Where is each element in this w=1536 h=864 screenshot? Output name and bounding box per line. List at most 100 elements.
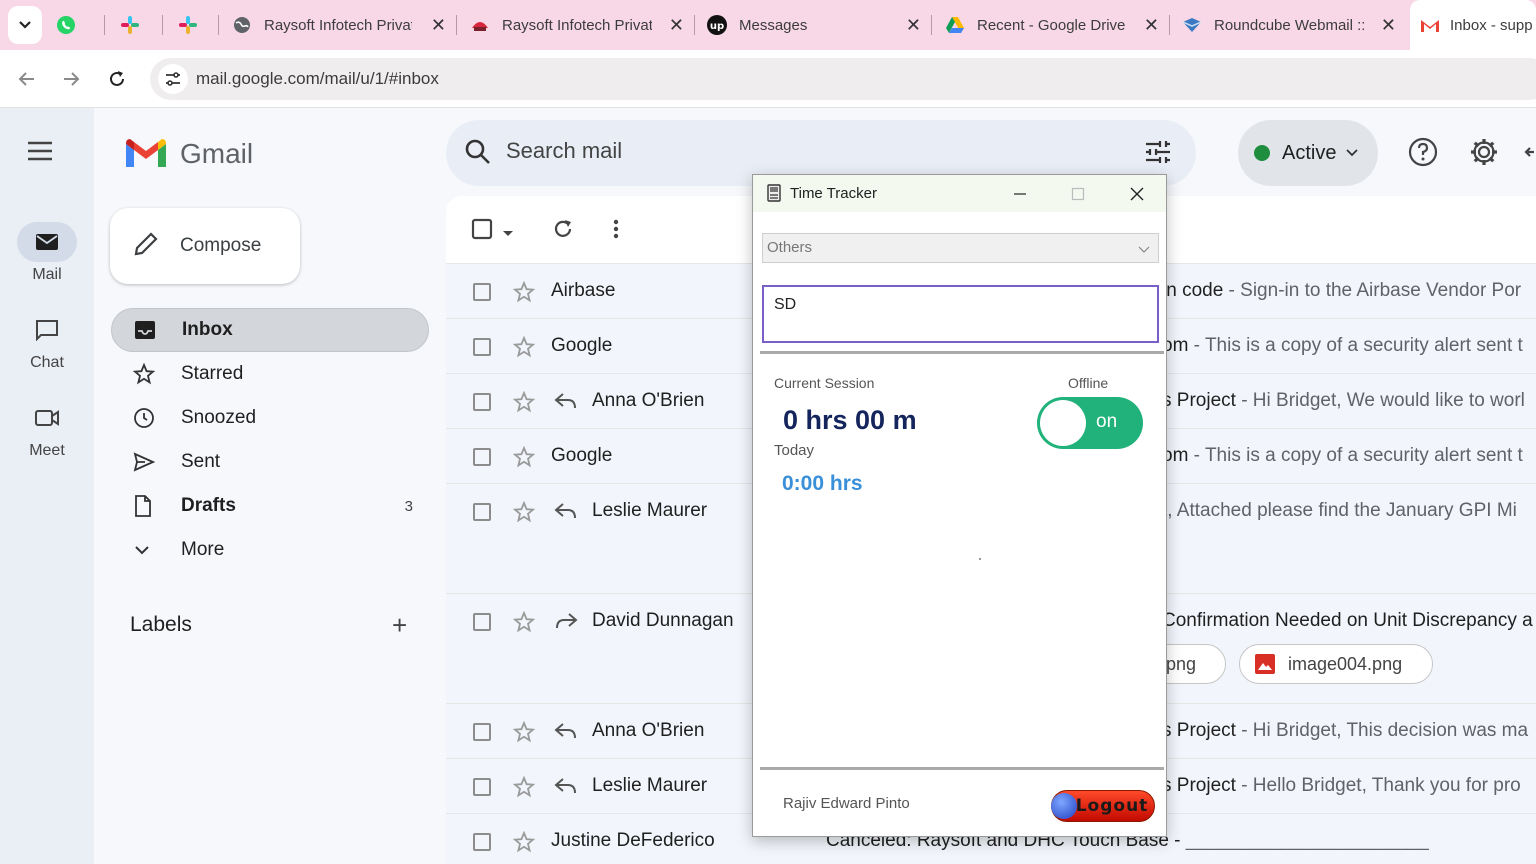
- status-dropdown[interactable]: Active: [1238, 120, 1378, 186]
- nav-sent[interactable]: Sent: [111, 440, 429, 484]
- email-subject: s Project - Hello Bridget, Thank you for…: [1162, 775, 1521, 797]
- row-checkbox[interactable]: [473, 393, 491, 411]
- tab-slack-1[interactable]: [120, 0, 160, 50]
- search-input[interactable]: [506, 138, 1106, 164]
- address-bar[interactable]: mail.google.com/mail/u/1/#inbox: [150, 58, 1536, 100]
- tab-gmail-inbox[interactable]: Inbox - supp: [1410, 0, 1536, 50]
- arrow-left-icon[interactable]: [1524, 143, 1536, 166]
- row-checkbox[interactable]: [473, 503, 491, 521]
- help-icon[interactable]: [1408, 137, 1438, 172]
- time-tracker-window: Time Tracker Others SD Current Session O…: [752, 174, 1167, 837]
- rail-chat[interactable]: Chat: [0, 310, 94, 372]
- refresh-icon[interactable]: [552, 218, 574, 245]
- nav-label: Sent: [181, 451, 221, 472]
- online-toggle[interactable]: on: [1037, 397, 1143, 449]
- tab-google-drive[interactable]: Recent - Google Drive ✕: [945, 0, 1167, 50]
- tab-roundcube[interactable]: Roundcube Webmail :: ✕: [1182, 0, 1404, 50]
- nav-more[interactable]: More: [111, 528, 429, 572]
- tab-raysoft-2[interactable]: Raysoft Infotech Privat ✕: [470, 0, 692, 50]
- nav-drafts[interactable]: Drafts 3: [111, 484, 429, 528]
- minimize-icon[interactable]: [1009, 183, 1031, 205]
- tab-search-button[interactable]: [8, 6, 42, 44]
- chevron-down-icon: [1346, 144, 1359, 162]
- rail-mail[interactable]: Mail: [0, 222, 94, 284]
- app-rail: Mail Chat Meet: [0, 108, 94, 864]
- tab-separator: [162, 15, 163, 35]
- category-select[interactable]: Others: [762, 233, 1159, 263]
- email-subject: om - This is a copy of a security alert …: [1162, 335, 1523, 357]
- tab-separator: [218, 15, 219, 35]
- rail-mail-label: Mail: [32, 266, 62, 283]
- settings-gear-icon[interactable]: [1469, 137, 1499, 172]
- main-menu-icon[interactable]: [27, 141, 53, 166]
- star-icon[interactable]: [512, 500, 536, 528]
- site-info-icon[interactable]: [158, 64, 188, 94]
- svg-text:up: up: [710, 21, 724, 32]
- whatsapp-icon: [56, 15, 76, 35]
- star-icon[interactable]: [512, 775, 536, 803]
- more-options-icon[interactable]: [612, 218, 620, 245]
- row-checkbox[interactable]: [473, 613, 491, 631]
- tab-raysoft-1[interactable]: Raysoft Infotech Privat ✕: [232, 0, 454, 50]
- tab-close-icon[interactable]: ✕: [431, 15, 446, 36]
- tab-separator: [1169, 15, 1170, 35]
- offline-label: Offline: [1068, 375, 1109, 391]
- tab-close-icon[interactable]: ✕: [669, 15, 684, 36]
- row-checkbox[interactable]: [473, 283, 491, 301]
- select-all-checkbox[interactable]: [471, 218, 493, 245]
- star-icon[interactable]: [512, 830, 536, 858]
- select-dropdown-icon[interactable]: [502, 225, 514, 243]
- row-checkbox[interactable]: [473, 833, 491, 851]
- time-tracker-titlebar[interactable]: Time Tracker: [753, 175, 1166, 212]
- email-subject: Confirmation Needed on Unit Discrepancy …: [1162, 610, 1533, 632]
- pencil-icon: [132, 230, 160, 263]
- compose-button[interactable]: Compose: [110, 208, 300, 284]
- email-sender: David Dunnagan: [592, 610, 734, 631]
- tab-title: Inbox - supp: [1450, 16, 1533, 34]
- gmail-logo[interactable]: Gmail: [124, 138, 253, 170]
- divider: [760, 351, 1164, 354]
- email-snippet: - Hello Bridget, Thank you for pro: [1235, 775, 1521, 796]
- row-checkbox[interactable]: [473, 723, 491, 741]
- reload-button[interactable]: [101, 63, 133, 95]
- tab-close-icon[interactable]: ✕: [1381, 15, 1396, 36]
- back-button[interactable]: [11, 63, 43, 95]
- nav-inbox[interactable]: Inbox: [111, 308, 429, 352]
- row-checkbox[interactable]: [473, 448, 491, 466]
- search-options-icon[interactable]: [1144, 138, 1172, 171]
- browser-tab-strip: Raysoft Infotech Privat ✕ Raysoft Infote…: [0, 0, 1536, 50]
- row-checkbox[interactable]: [473, 338, 491, 356]
- chevron-down-icon: [133, 544, 163, 556]
- star-icon[interactable]: [512, 610, 536, 638]
- tab-whatsapp[interactable]: [56, 0, 96, 50]
- video-icon: [35, 410, 59, 426]
- row-checkbox[interactable]: [473, 778, 491, 796]
- tab-slack-2[interactable]: [178, 0, 218, 50]
- maximize-icon[interactable]: [1067, 183, 1089, 205]
- tab-close-icon[interactable]: ✕: [906, 15, 921, 36]
- task-description-input[interactable]: SD: [762, 285, 1159, 343]
- star-icon[interactable]: [512, 335, 536, 363]
- replied-icon: [554, 777, 578, 800]
- star-icon[interactable]: [512, 280, 536, 308]
- close-icon[interactable]: [1126, 183, 1148, 205]
- attachment-chip[interactable]: image004.png: [1239, 644, 1433, 684]
- tab-title: Messages: [739, 16, 808, 34]
- browser-toolbar: mail.google.com/mail/u/1/#inbox: [0, 50, 1536, 108]
- email-sender: Justine DeFederico: [551, 830, 715, 851]
- tab-messages[interactable]: up Messages ✕: [707, 0, 929, 50]
- star-icon[interactable]: [512, 720, 536, 748]
- logout-button[interactable]: Logout: [1051, 790, 1155, 822]
- add-label-icon[interactable]: +: [392, 610, 407, 641]
- rail-meet[interactable]: Meet: [0, 398, 94, 460]
- nav-snoozed[interactable]: Snoozed: [111, 396, 429, 440]
- star-icon[interactable]: [512, 390, 536, 418]
- email-subject: s Project - Hi Bridget, This decision wa…: [1162, 720, 1528, 742]
- nav-starred[interactable]: Starred: [111, 352, 429, 396]
- tab-title: Recent - Google Drive: [977, 16, 1126, 34]
- tab-close-icon[interactable]: ✕: [1144, 15, 1159, 36]
- forward-button[interactable]: [55, 63, 87, 95]
- inbox-icon: [134, 320, 164, 340]
- star-icon[interactable]: [512, 445, 536, 473]
- search-icon[interactable]: [464, 138, 492, 171]
